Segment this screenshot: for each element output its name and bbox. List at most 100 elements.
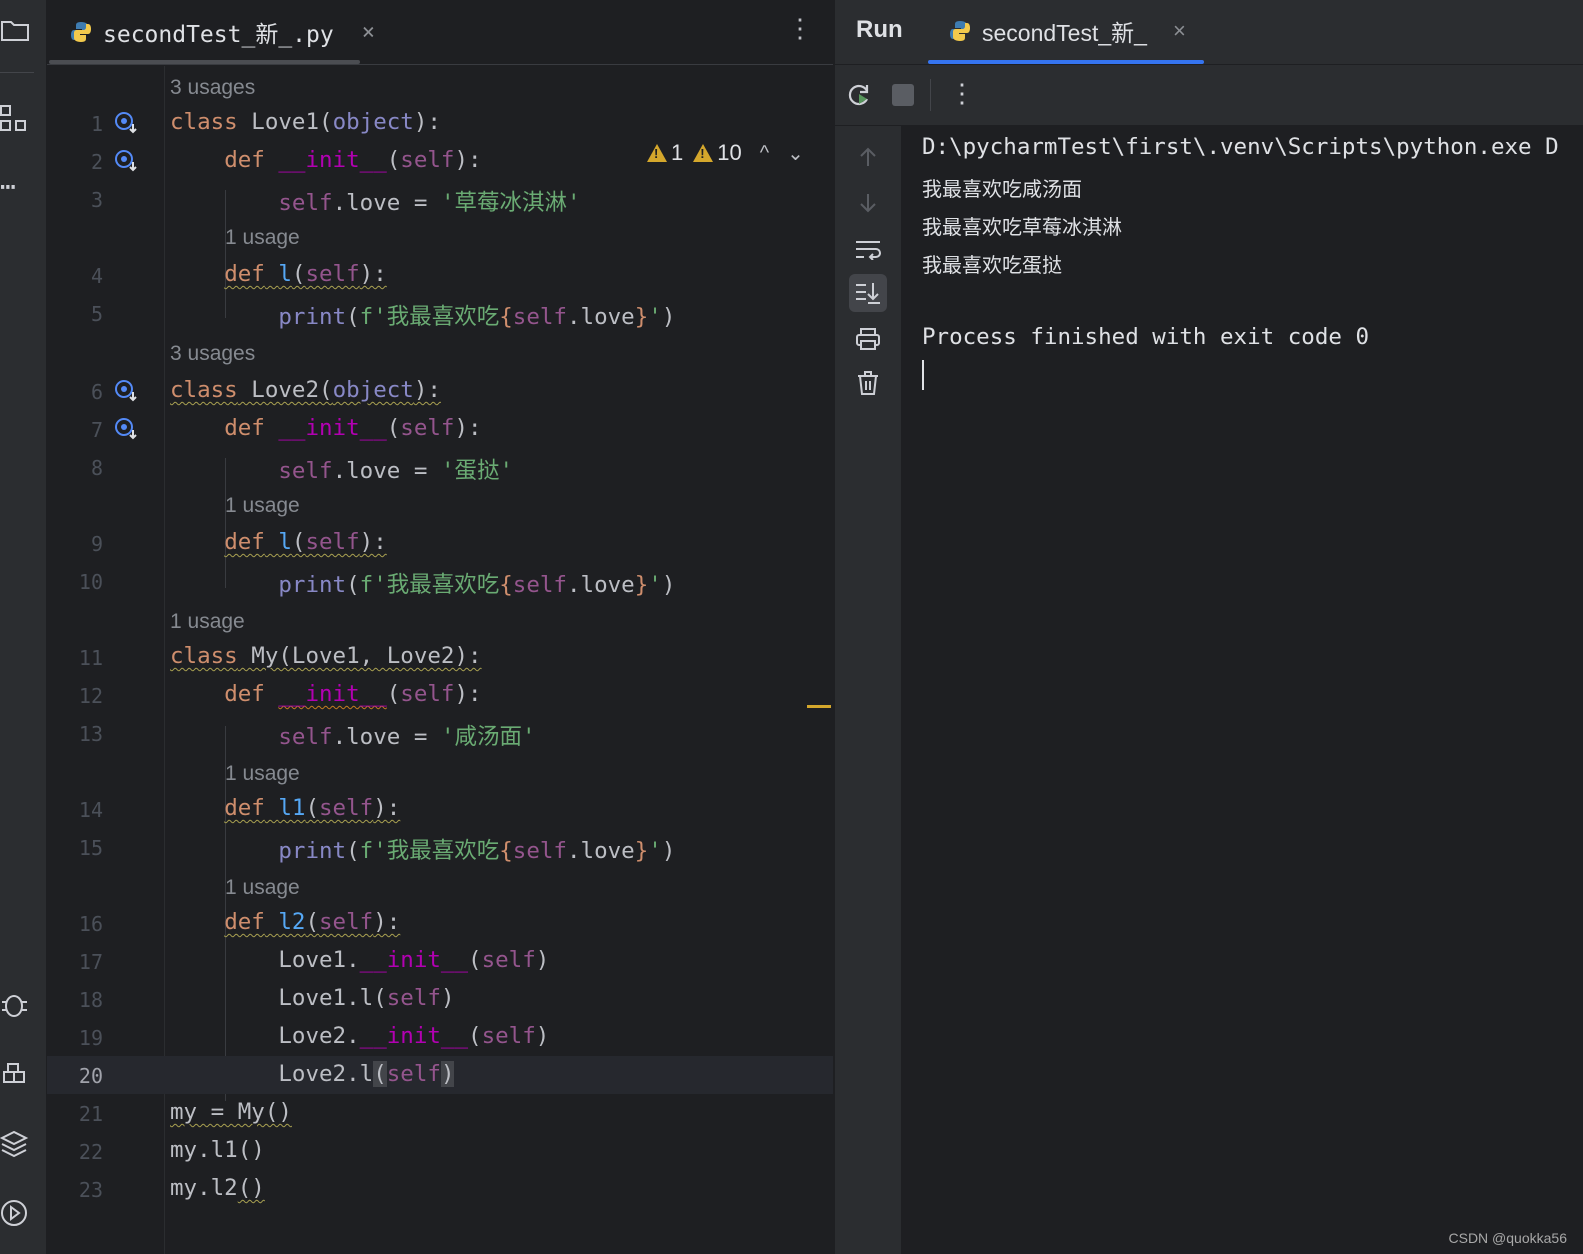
stop-icon[interactable] <box>892 84 914 106</box>
code-line: 9 def l(self): <box>47 524 833 562</box>
code-line: 10 print(f'我最喜欢吃{self.love}') <box>47 562 833 600</box>
usage-hint-row: 1 usage <box>47 218 833 256</box>
code-text: def l(self): <box>224 529 387 555</box>
scroll-up-icon[interactable] <box>849 138 887 176</box>
code-line: 23 my.l2() <box>47 1170 833 1208</box>
more-options-icon[interactable]: ⋮ <box>949 79 975 109</box>
usage-hint-row: 1 usage <box>47 602 833 640</box>
scroll-down-icon[interactable] <box>849 184 887 222</box>
console-line: Process finished with exit code 0 <box>922 324 1370 350</box>
overridden-icon[interactable] <box>113 416 139 442</box>
editor-tab-label: secondTest_新_.py <box>103 22 334 48</box>
code-line-current: 20 Love2.l(self) <box>47 1056 833 1094</box>
code-line: 7 def __init__(self): <box>47 410 833 448</box>
scroll-to-end-icon[interactable] <box>849 274 887 312</box>
usage-hint[interactable]: 3 usages <box>170 342 255 366</box>
python-packages-icon[interactable] <box>0 1128 30 1158</box>
code-text: self.love = '草莓冰淇淋' <box>278 190 581 216</box>
line-number: 2 <box>90 150 103 174</box>
code-text: Love1.__init__(self) <box>170 947 550 973</box>
console-line: 我最喜欢吃草莓冰淇淋 <box>922 215 1122 239</box>
code-text: def __init__(self): <box>224 147 482 173</box>
code-text: def __init__(self): <box>224 415 482 441</box>
python-file-icon <box>950 21 970 41</box>
usage-hint-row: 1 usage <box>47 754 833 792</box>
line-number: 18 <box>78 988 103 1012</box>
code-line: 1 class Love1(object): <box>47 104 833 142</box>
line-number: 22 <box>78 1140 103 1164</box>
line-number: 6 <box>90 380 103 404</box>
code-text: my.l1() <box>170 1137 265 1163</box>
rerun-icon[interactable] <box>845 81 873 109</box>
active-run-tab-indicator <box>928 60 1204 64</box>
soft-wrap-icon[interactable] <box>849 230 887 268</box>
line-number: 11 <box>78 646 103 670</box>
code-text: print(f'我最喜欢吃{self.love}') <box>278 304 676 330</box>
structure-icon[interactable] <box>0 104 30 134</box>
code-text: def l2(self): <box>224 909 401 935</box>
overridden-icon[interactable] <box>113 110 139 136</box>
divider <box>0 72 34 73</box>
line-number: 16 <box>78 912 103 936</box>
editor-menu-icon[interactable]: ⋮ <box>787 14 813 44</box>
code-line: 5 print(f'我最喜欢吃{self.love}') <box>47 294 833 332</box>
code-area[interactable]: 3 usages 1 10 ^ ⌄ 1 class Love1(object):… <box>47 66 833 1254</box>
print-icon[interactable] <box>849 320 887 358</box>
run-tab-label: secondTest_新_ <box>982 20 1147 46</box>
line-number: 21 <box>78 1102 103 1126</box>
code-line: 22 my.l1() <box>47 1132 833 1170</box>
close-tab-icon[interactable]: × <box>362 20 375 45</box>
run-config-tab[interactable]: secondTest_新_ × <box>948 14 1186 48</box>
line-number: 17 <box>78 950 103 974</box>
code-text: class My(Love1, Love2): <box>170 643 482 669</box>
warning-scroll-marker[interactable] <box>807 705 831 708</box>
line-number: 15 <box>78 836 103 860</box>
overridden-icon[interactable] <box>113 378 139 404</box>
run-tool-window: Run secondTest_新_ × ⋮ D:\pycharmTest\fir… <box>835 0 1583 1254</box>
usage-hint[interactable]: 1 usage <box>225 876 300 900</box>
line-number: 19 <box>78 1026 103 1050</box>
services-icon[interactable] <box>0 1198 30 1228</box>
code-editor: secondTest_新_.py × ⋮ 3 usages 1 10 ^ ⌄ 1… <box>47 0 833 1254</box>
editor-tab[interactable]: secondTest_新_.py × <box>69 14 375 50</box>
usage-hint[interactable]: 3 usages <box>170 76 255 100</box>
code-line: 21 my = My() <box>47 1094 833 1132</box>
line-number: 10 <box>78 570 103 594</box>
line-number: 1 <box>90 112 103 136</box>
code-text: self.love = '咸汤面' <box>278 724 536 750</box>
code-line: 17 Love1.__init__(self) <box>47 942 833 980</box>
console-line: D:\pycharmTest\first\.venv\Scripts\pytho… <box>922 134 1559 160</box>
clear-all-trash-icon[interactable] <box>849 364 887 402</box>
usage-hint[interactable]: 1 usage <box>225 494 300 518</box>
close-run-tab-icon[interactable]: × <box>1173 18 1186 44</box>
more-tools-icon[interactable]: ⋯ <box>0 172 30 202</box>
active-tab-indicator <box>49 60 360 64</box>
overridden-icon[interactable] <box>113 148 139 174</box>
console-output[interactable]: D:\pycharmTest\first\.venv\Scripts\pytho… <box>922 128 1582 1228</box>
code-text: Love2.l(self) <box>170 1061 455 1087</box>
line-number: 7 <box>90 418 103 442</box>
code-line: 14 def l1(self): <box>47 790 833 828</box>
python-console-icon[interactable] <box>0 1060 30 1090</box>
code-line: 16 def l2(self): <box>47 904 833 942</box>
project-folder-icon[interactable] <box>0 14 30 44</box>
editor-tab-bar: secondTest_新_.py × ⋮ <box>47 0 833 65</box>
text-caret <box>922 360 924 390</box>
line-number: 14 <box>78 798 103 822</box>
code-line: 18 Love1.l(self) <box>47 980 833 1018</box>
watermark: CSDN @quokka56 <box>1448 1230 1568 1246</box>
usage-hint[interactable]: 1 usage <box>225 226 300 250</box>
usage-hint-row: 3 usages <box>47 68 833 106</box>
activity-bar: ⋯ <box>0 0 47 1254</box>
code-text: class Love1(object): <box>170 109 441 135</box>
line-number: 23 <box>78 1178 103 1202</box>
usage-hint[interactable]: 1 usage <box>225 762 300 786</box>
toolbar-divider <box>930 79 931 111</box>
usage-hint[interactable]: 1 usage <box>170 610 245 634</box>
run-toolbar: ⋮ <box>835 65 1583 126</box>
code-text: def l1(self): <box>224 795 401 821</box>
code-text: my = My() <box>170 1099 292 1125</box>
debug-bug-icon[interactable] <box>0 990 30 1020</box>
line-number: 5 <box>90 302 103 326</box>
code-text: Love1.l(self) <box>170 985 455 1011</box>
